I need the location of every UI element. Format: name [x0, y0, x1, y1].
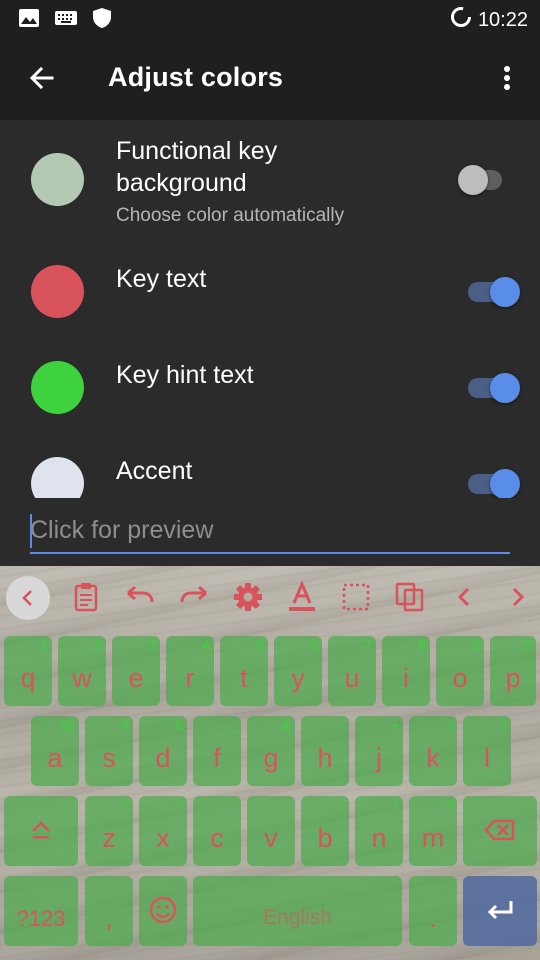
keyboard-toolbar	[0, 566, 540, 628]
emoji-key[interactable]	[139, 876, 187, 946]
row-subtitle: Choose color automatically	[116, 205, 345, 226]
key-r[interactable]: 4r	[166, 636, 214, 706]
color-settings-list: Functional key background Choose color a…	[0, 120, 540, 498]
enter-icon	[487, 901, 513, 920]
shift-icon	[32, 821, 50, 839]
key-b[interactable]: ; b	[301, 796, 349, 866]
arrow-right-icon[interactable]	[501, 580, 535, 614]
settings-icon[interactable]	[231, 580, 265, 614]
comma-key[interactable]: ,	[85, 876, 133, 946]
key-y[interactable]: 6y	[274, 636, 322, 706]
key-g[interactable]: & g	[247, 716, 295, 786]
key-s[interactable]: # s	[85, 716, 133, 786]
row-title-line1: Functional key	[116, 137, 278, 165]
backspace-key[interactable]	[463, 796, 537, 866]
key-z[interactable]: * z	[85, 796, 133, 866]
enter-key[interactable]	[463, 876, 537, 946]
row-key-text[interactable]: Key text	[0, 238, 540, 328]
page-title: Adjust colors	[108, 62, 284, 92]
undo-icon[interactable]	[123, 580, 157, 614]
image-icon	[18, 7, 40, 34]
redo-icon[interactable]	[177, 580, 211, 614]
key-text-toggle[interactable]	[456, 274, 522, 310]
key-v[interactable]: :v	[247, 796, 295, 866]
select-all-icon[interactable]	[339, 580, 373, 614]
row-key-hint-text[interactable]: Key hint text	[0, 334, 540, 424]
shift-key[interactable]	[4, 796, 78, 866]
clipboard-icon[interactable]	[69, 580, 103, 614]
key-j[interactable]: + j	[355, 716, 403, 786]
key-n[interactable]: ! n	[355, 796, 403, 866]
arrow-left-icon[interactable]	[447, 580, 481, 614]
keyboard-icon	[54, 9, 78, 32]
period-key[interactable]: .	[409, 876, 457, 946]
key-i[interactable]: 8i	[382, 636, 430, 706]
row-title: Key text	[116, 265, 207, 293]
keyboard: 1q 2w 3e 4r 5t 6y 7u 8i 9o 0p @ a # s £ d _…	[0, 566, 540, 960]
emoji-icon	[149, 896, 177, 924]
space-key[interactable]: English	[193, 876, 402, 946]
color-swatch[interactable]	[31, 361, 84, 414]
key-f[interactable]: _ f	[193, 716, 241, 786]
preview-input[interactable]: Click for preview	[30, 512, 510, 554]
color-swatch[interactable]	[31, 153, 84, 206]
key-m[interactable]: ? m	[409, 796, 457, 866]
key-k[interactable]: (k	[409, 716, 457, 786]
more-vert-icon[interactable]	[496, 62, 518, 94]
row-title: Accent	[116, 457, 193, 485]
chevron-left-icon	[22, 590, 32, 606]
toolbar-toggle-button[interactable]	[6, 576, 50, 620]
key-p[interactable]: 0p	[490, 636, 536, 706]
key-l[interactable]: ) l	[463, 716, 511, 786]
key-hint-text-toggle[interactable]	[456, 370, 522, 406]
auto-color-toggle[interactable]	[456, 162, 522, 198]
text-color-icon[interactable]	[285, 580, 319, 614]
shield-icon	[92, 7, 112, 34]
row-title: Key hint text	[116, 361, 254, 389]
row-functional-key-background[interactable]: Functional key background Choose color a…	[0, 120, 540, 230]
copy-icon[interactable]	[393, 580, 427, 614]
key-x[interactable]: " x	[139, 796, 187, 866]
text-caret	[30, 514, 32, 548]
key-o[interactable]: 9o	[436, 636, 484, 706]
row-accent[interactable]: Accent	[0, 430, 540, 498]
clock: 10:22	[477, 8, 528, 31]
app-bar: Adjust colors	[0, 36, 540, 120]
key-t[interactable]: 5t	[220, 636, 268, 706]
key-d[interactable]: £ d	[139, 716, 187, 786]
accent-toggle[interactable]	[456, 466, 522, 498]
key-c[interactable]: ' c	[193, 796, 241, 866]
symbols-key[interactable]: ?123	[4, 876, 78, 946]
key-q[interactable]: 1q	[4, 636, 52, 706]
key-a[interactable]: @ a	[31, 716, 79, 786]
preview-placeholder: Click for preview	[30, 516, 214, 544]
key-h[interactable]: -h	[301, 716, 349, 786]
sync-icon	[450, 6, 472, 34]
back-arrow-icon[interactable]	[26, 62, 58, 94]
color-swatch[interactable]	[31, 265, 84, 318]
key-w[interactable]: 2w	[58, 636, 106, 706]
backspace-icon	[484, 819, 515, 841]
status-bar: 10:22	[0, 0, 540, 36]
preview-area: Click for preview	[0, 498, 540, 566]
color-swatch[interactable]	[31, 457, 84, 498]
key-e[interactable]: 3e	[112, 636, 160, 706]
row-title-line2: background	[116, 169, 247, 197]
key-u[interactable]: 7u	[328, 636, 376, 706]
